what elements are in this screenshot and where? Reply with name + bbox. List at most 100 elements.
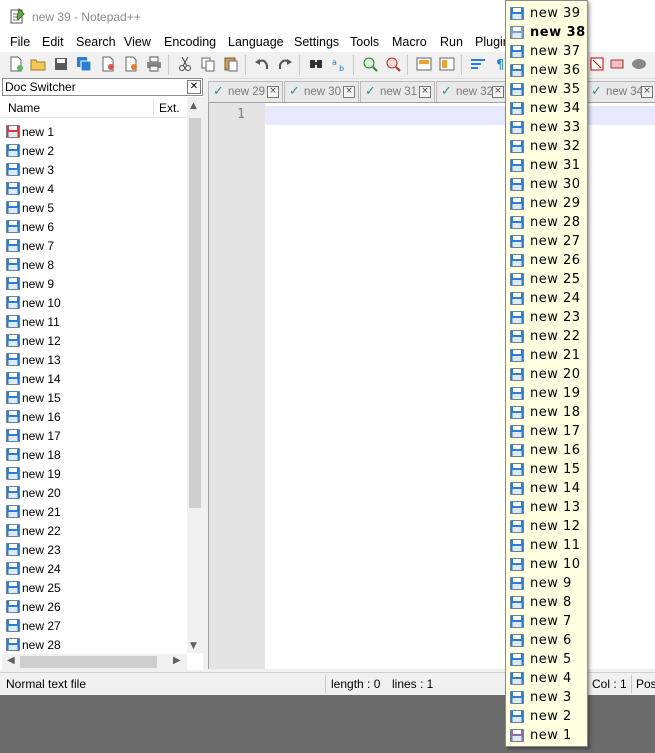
doc-switcher-item[interactable]: new 10 [4, 293, 186, 312]
window-list-item[interactable]: new 6 [506, 631, 587, 650]
menu-run[interactable]: Run [440, 35, 463, 49]
close-all-icon[interactable] [123, 56, 139, 72]
window-list-item[interactable]: new 29 [506, 194, 587, 213]
menu-encoding[interactable]: Encoding [164, 35, 216, 49]
window-list-item[interactable]: new 17 [506, 422, 587, 441]
window-list-item[interactable]: new 22 [506, 327, 587, 346]
tab-close-icon[interactable]: × [343, 86, 355, 98]
doc-switcher-item[interactable]: new 16 [4, 407, 186, 426]
doc-switcher-item[interactable]: new 19 [4, 464, 186, 483]
doc-switcher-item[interactable]: new 25 [4, 578, 186, 597]
tab-close-icon[interactable]: × [641, 86, 653, 98]
close-file-icon[interactable] [100, 56, 116, 72]
tab-new-30[interactable]: ✓ new 30 × [284, 81, 359, 102]
doc-switcher-item[interactable]: new 13 [4, 350, 186, 369]
doc-switcher-item[interactable]: new 12 [4, 331, 186, 350]
line-number-gutter[interactable]: 1 [209, 103, 265, 669]
window-list-item[interactable]: new 25 [506, 270, 587, 289]
window-list-item[interactable]: new 38 [506, 23, 587, 42]
print-icon[interactable] [146, 56, 162, 72]
save-icon[interactable] [53, 56, 69, 72]
window-list-item[interactable]: new 7 [506, 612, 587, 631]
doc-switcher-item[interactable]: new 20 [4, 483, 186, 502]
window-list-item[interactable]: new 18 [506, 403, 587, 422]
tab-new-29[interactable]: ✓ new 29 × [208, 81, 283, 102]
window-list-item[interactable]: new 11 [506, 536, 587, 555]
doc-switcher-item[interactable]: new 5 [4, 198, 186, 217]
scrollbar-thumb[interactable] [20, 656, 157, 668]
tab-new-31[interactable]: ✓ new 31 × [360, 81, 435, 102]
new-file-icon[interactable] [8, 56, 24, 72]
doc-switcher-item[interactable]: new 4 [4, 179, 186, 198]
window-list-item[interactable]: new 3 [506, 688, 587, 707]
doc-switcher-item[interactable]: new 17 [4, 426, 186, 445]
window-list-item[interactable]: new 14 [506, 479, 587, 498]
copy-icon[interactable] [200, 56, 216, 72]
tab-close-icon[interactable]: × [267, 86, 279, 98]
doc-switcher-item[interactable]: new 26 [4, 597, 186, 616]
menu-language[interactable]: Language [228, 35, 284, 49]
window-list-item[interactable]: new 24 [506, 289, 587, 308]
window-list-item[interactable]: new 13 [506, 498, 587, 517]
window-list-item[interactable]: new 8 [506, 593, 587, 612]
sync-vertical-icon[interactable] [416, 56, 432, 72]
window-list-item[interactable]: new 21 [506, 346, 587, 365]
zoom-out-icon[interactable] [385, 56, 401, 72]
column-divider[interactable] [153, 99, 154, 115]
menu-file[interactable]: File [10, 35, 30, 49]
scrollbar-thumb[interactable] [189, 118, 201, 508]
scroll-up-arrow-icon[interactable]: ▲ [190, 101, 197, 111]
doc-switcher-item[interactable]: new 2 [4, 141, 186, 160]
word-wrap-icon[interactable] [470, 56, 486, 72]
window-list-item[interactable]: new 23 [506, 308, 587, 327]
window-list-item[interactable]: new 2 [506, 707, 587, 726]
window-list-item[interactable]: new 30 [506, 175, 587, 194]
window-list-item[interactable]: new 10 [506, 555, 587, 574]
cut-icon[interactable] [177, 56, 193, 72]
window-list-item[interactable]: new 20 [506, 365, 587, 384]
save-all-icon[interactable] [76, 56, 92, 72]
window-list-item[interactable]: new 5 [506, 650, 587, 669]
window-list-item[interactable]: new 16 [506, 441, 587, 460]
window-list-item[interactable]: new 32 [506, 137, 587, 156]
doc-switcher-item[interactable]: new 21 [4, 502, 186, 521]
scroll-left-arrow-icon[interactable]: ◀ [7, 655, 15, 666]
zoom-in-icon[interactable] [362, 56, 378, 72]
window-list-item[interactable]: new 34 [506, 99, 587, 118]
window-list-item[interactable]: new 37 [506, 42, 587, 61]
window-list-item[interactable]: new 35 [506, 80, 587, 99]
doc-switcher-item[interactable]: new 1 [4, 122, 186, 141]
window-list-item[interactable]: new 33 [506, 118, 587, 137]
tab-close-icon[interactable]: × [419, 86, 431, 98]
tab-close-icon[interactable]: × [492, 86, 504, 98]
doc-switcher-item[interactable]: new 8 [4, 255, 186, 274]
column-ext[interactable]: Ext. [159, 101, 180, 115]
doc-switcher-item[interactable]: new 7 [4, 236, 186, 255]
doc-switcher-item[interactable]: new 3 [4, 160, 186, 179]
window-list-item[interactable]: new 39 [506, 4, 587, 23]
column-name[interactable]: Name [8, 101, 40, 115]
window-list-item[interactable]: new 36 [506, 61, 587, 80]
doc-switcher-item[interactable]: new 27 [4, 616, 186, 635]
doc-switcher-item[interactable]: new 18 [4, 445, 186, 464]
doc-switcher-item[interactable]: new 22 [4, 521, 186, 540]
undo-icon[interactable] [254, 56, 270, 72]
menu-macro[interactable]: Macro [392, 35, 427, 49]
replace-icon[interactable]: ab [331, 56, 347, 72]
record-macro-icon[interactable] [589, 56, 605, 72]
scroll-right-arrow-icon[interactable]: ▶ [173, 655, 181, 666]
window-list-item[interactable]: new 27 [506, 232, 587, 251]
doc-switcher-item[interactable]: new 24 [4, 559, 186, 578]
open-file-icon[interactable] [30, 56, 46, 72]
doc-switcher-vertical-scrollbar[interactable]: ▲ ▼ [187, 97, 203, 653]
menu-view[interactable]: View [124, 35, 151, 49]
menu-tools[interactable]: Tools [350, 35, 379, 49]
tab-new-32[interactable]: ✓ new 32 × [436, 81, 508, 102]
window-list-item[interactable]: new 15 [506, 460, 587, 479]
doc-switcher-item[interactable]: new 6 [4, 217, 186, 236]
stop-record-icon[interactable] [609, 56, 625, 72]
doc-switcher-item[interactable]: new 15 [4, 388, 186, 407]
doc-switcher-item[interactable]: new 9 [4, 274, 186, 293]
doc-switcher-horizontal-scrollbar[interactable]: ◀ ▶ [2, 654, 187, 670]
doc-switcher-item[interactable]: new 11 [4, 312, 186, 331]
